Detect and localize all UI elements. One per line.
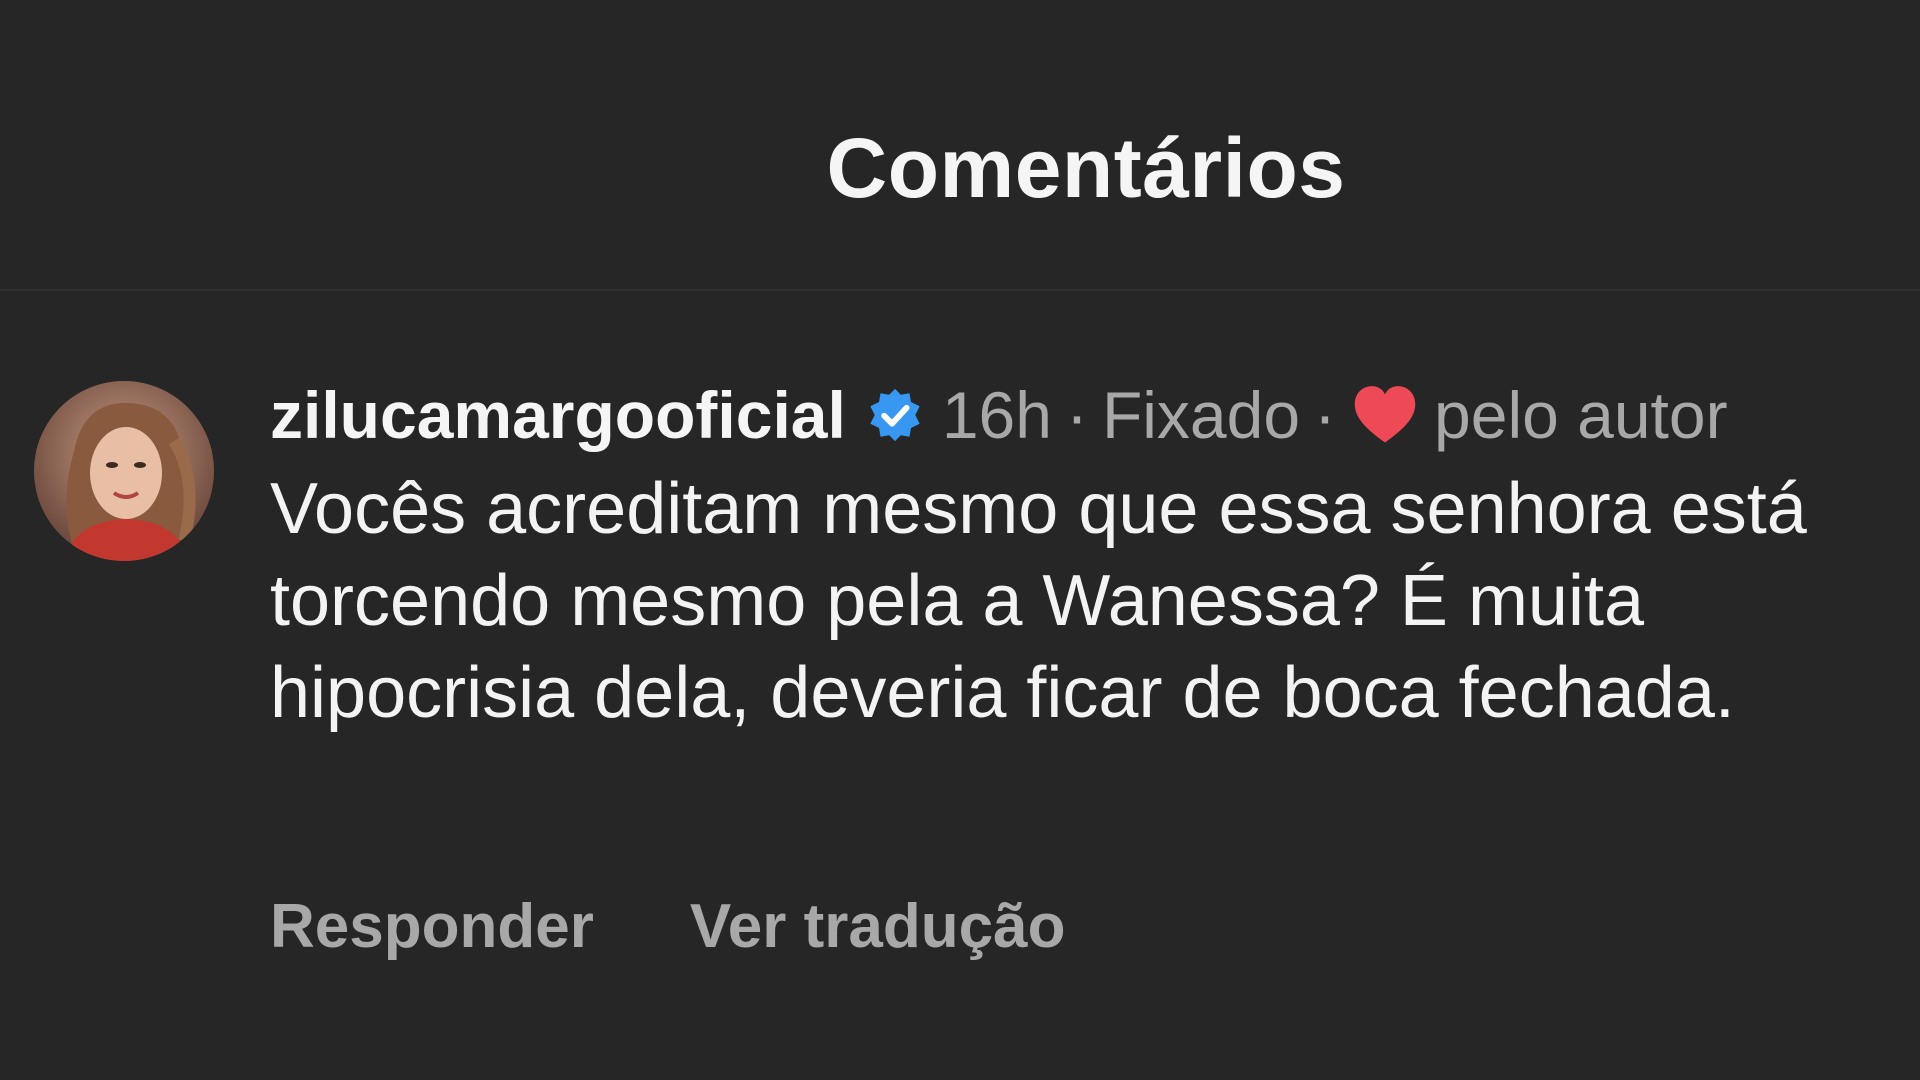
- username-link[interactable]: zilucamargooficial: [270, 377, 846, 453]
- reply-button[interactable]: Responder: [270, 891, 594, 962]
- comment-meta: zilucamargooficial 16h · Fixado · pelo a…: [270, 373, 1870, 457]
- heart-icon: [1352, 384, 1418, 446]
- avatar-image: [34, 381, 214, 561]
- meta-separator: ·: [1314, 378, 1337, 452]
- page-title: Comentários: [826, 121, 1346, 215]
- comments-screen: Comentários zilucamargooficial 16h · Fix…: [0, 0, 1920, 1080]
- see-translation-button[interactable]: Ver tradução: [690, 891, 1066, 962]
- comments-header: Comentários: [0, 0, 1920, 290]
- meta-separator: ·: [1065, 378, 1088, 452]
- comment-text: Vocês acreditam mesmo que essa senhora e…: [270, 469, 1807, 733]
- comment-item: zilucamargooficial 16h · Fixado · pelo a…: [0, 291, 1920, 1080]
- liked-by-author-label: pelo autor: [1434, 378, 1728, 452]
- comment-time: 16h: [941, 378, 1052, 452]
- avatar[interactable]: [34, 381, 214, 561]
- pinned-label: Fixado: [1101, 378, 1301, 452]
- comment-actions: Responder Ver tradução: [270, 891, 1065, 962]
- comment-body: zilucamargooficial 16h · Fixado · pelo a…: [270, 373, 1870, 739]
- verified-badge-icon: [866, 386, 924, 444]
